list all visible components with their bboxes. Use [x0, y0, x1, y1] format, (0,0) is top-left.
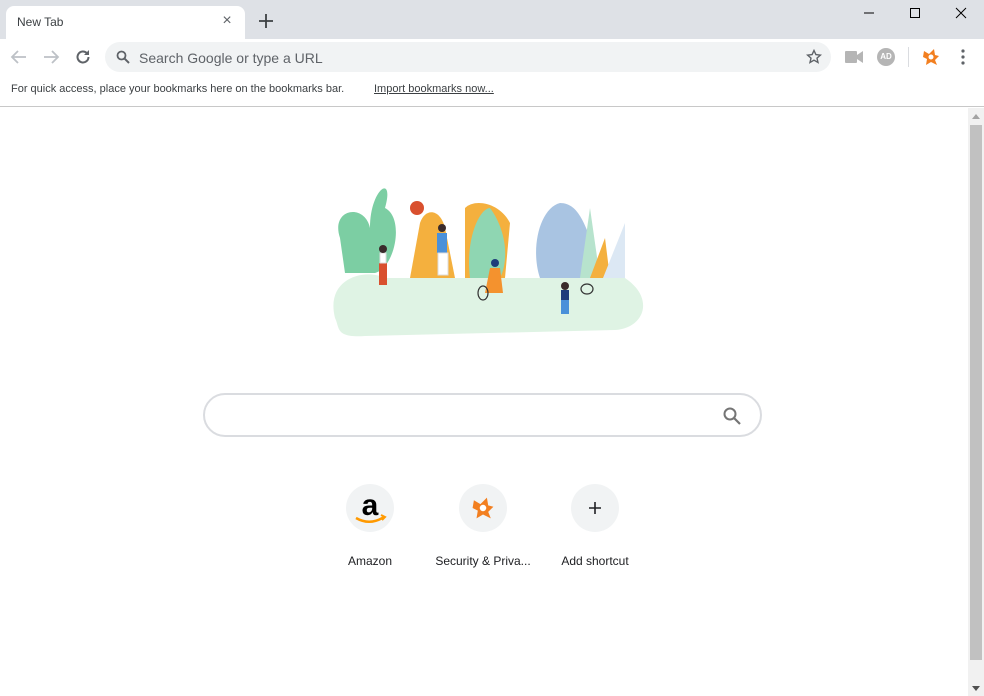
reload-button[interactable] — [72, 46, 94, 68]
back-button[interactable] — [8, 46, 30, 68]
avast-icon — [472, 497, 494, 519]
doodle-illustration — [333, 188, 644, 337]
girl-figure — [379, 245, 387, 285]
shortcut-label: Add shortcut — [561, 554, 629, 568]
tab-title: New Tab — [17, 15, 64, 29]
add-shortcut-tile[interactable]: Add shortcut — [539, 484, 651, 574]
shortcut-icon-container: a — [346, 484, 394, 532]
reload-icon — [76, 50, 90, 64]
scroll-up-icon — [972, 113, 980, 119]
close-window-button[interactable] — [938, 0, 984, 26]
back-icon — [10, 50, 26, 64]
minimize-button[interactable] — [846, 0, 892, 26]
shortcut-label: Security & Priva... — [435, 554, 531, 568]
ntp-search-box[interactable] — [203, 393, 762, 437]
avast-icon[interactable] — [921, 47, 941, 67]
omnibox-placeholder: Search Google or type a URL — [139, 50, 323, 66]
minimize-icon — [864, 12, 874, 14]
bookmark-star-icon[interactable] — [806, 49, 822, 65]
shortcut-tile[interactable]: Security & Priva... — [427, 484, 539, 574]
scroll-up-button[interactable] — [968, 108, 984, 124]
close-tab-icon[interactable]: × — [219, 13, 235, 29]
maximize-button[interactable] — [892, 0, 938, 26]
scroll-thumb[interactable] — [970, 125, 982, 660]
shortcut-label: Amazon — [347, 554, 393, 568]
scroll-down-button[interactable] — [968, 680, 984, 696]
shortcut-icon-container — [571, 484, 619, 532]
plus-icon — [589, 502, 601, 514]
close-icon — [955, 7, 967, 19]
import-bookmarks-link[interactable]: Import bookmarks now... — [374, 83, 494, 95]
toolbar: Search Google or type a URL AD — [0, 39, 984, 75]
forward-button[interactable] — [40, 46, 62, 68]
svg-text:a: a — [362, 489, 379, 522]
search-icon — [116, 50, 130, 64]
menu-icon[interactable] — [960, 49, 966, 65]
search-icon[interactable] — [722, 406, 742, 426]
scroll-down-icon — [972, 685, 980, 691]
forward-icon — [44, 50, 60, 64]
adblock-icon[interactable]: AD — [877, 48, 895, 66]
maximize-icon — [910, 8, 920, 18]
toolbar-divider — [908, 47, 909, 67]
bookmarks-bar: For quick access, place your bookmarks h… — [0, 75, 984, 107]
shortcut-tile[interactable]: a Amazon — [314, 484, 426, 574]
plus-icon — [259, 14, 273, 28]
vertical-scrollbar[interactable] — [968, 108, 984, 696]
tab-new-tab[interactable]: New Tab × — [6, 6, 245, 39]
camera-icon[interactable] — [845, 50, 863, 64]
amazon-icon: a — [355, 489, 387, 523]
shortcut-icon-container — [459, 484, 507, 532]
bookmarks-message: For quick access, place your bookmarks h… — [11, 83, 345, 95]
omnibox[interactable]: Search Google or type a URL — [105, 42, 831, 72]
new-tab-button[interactable] — [256, 11, 276, 31]
title-bar: New Tab × — [0, 0, 984, 39]
